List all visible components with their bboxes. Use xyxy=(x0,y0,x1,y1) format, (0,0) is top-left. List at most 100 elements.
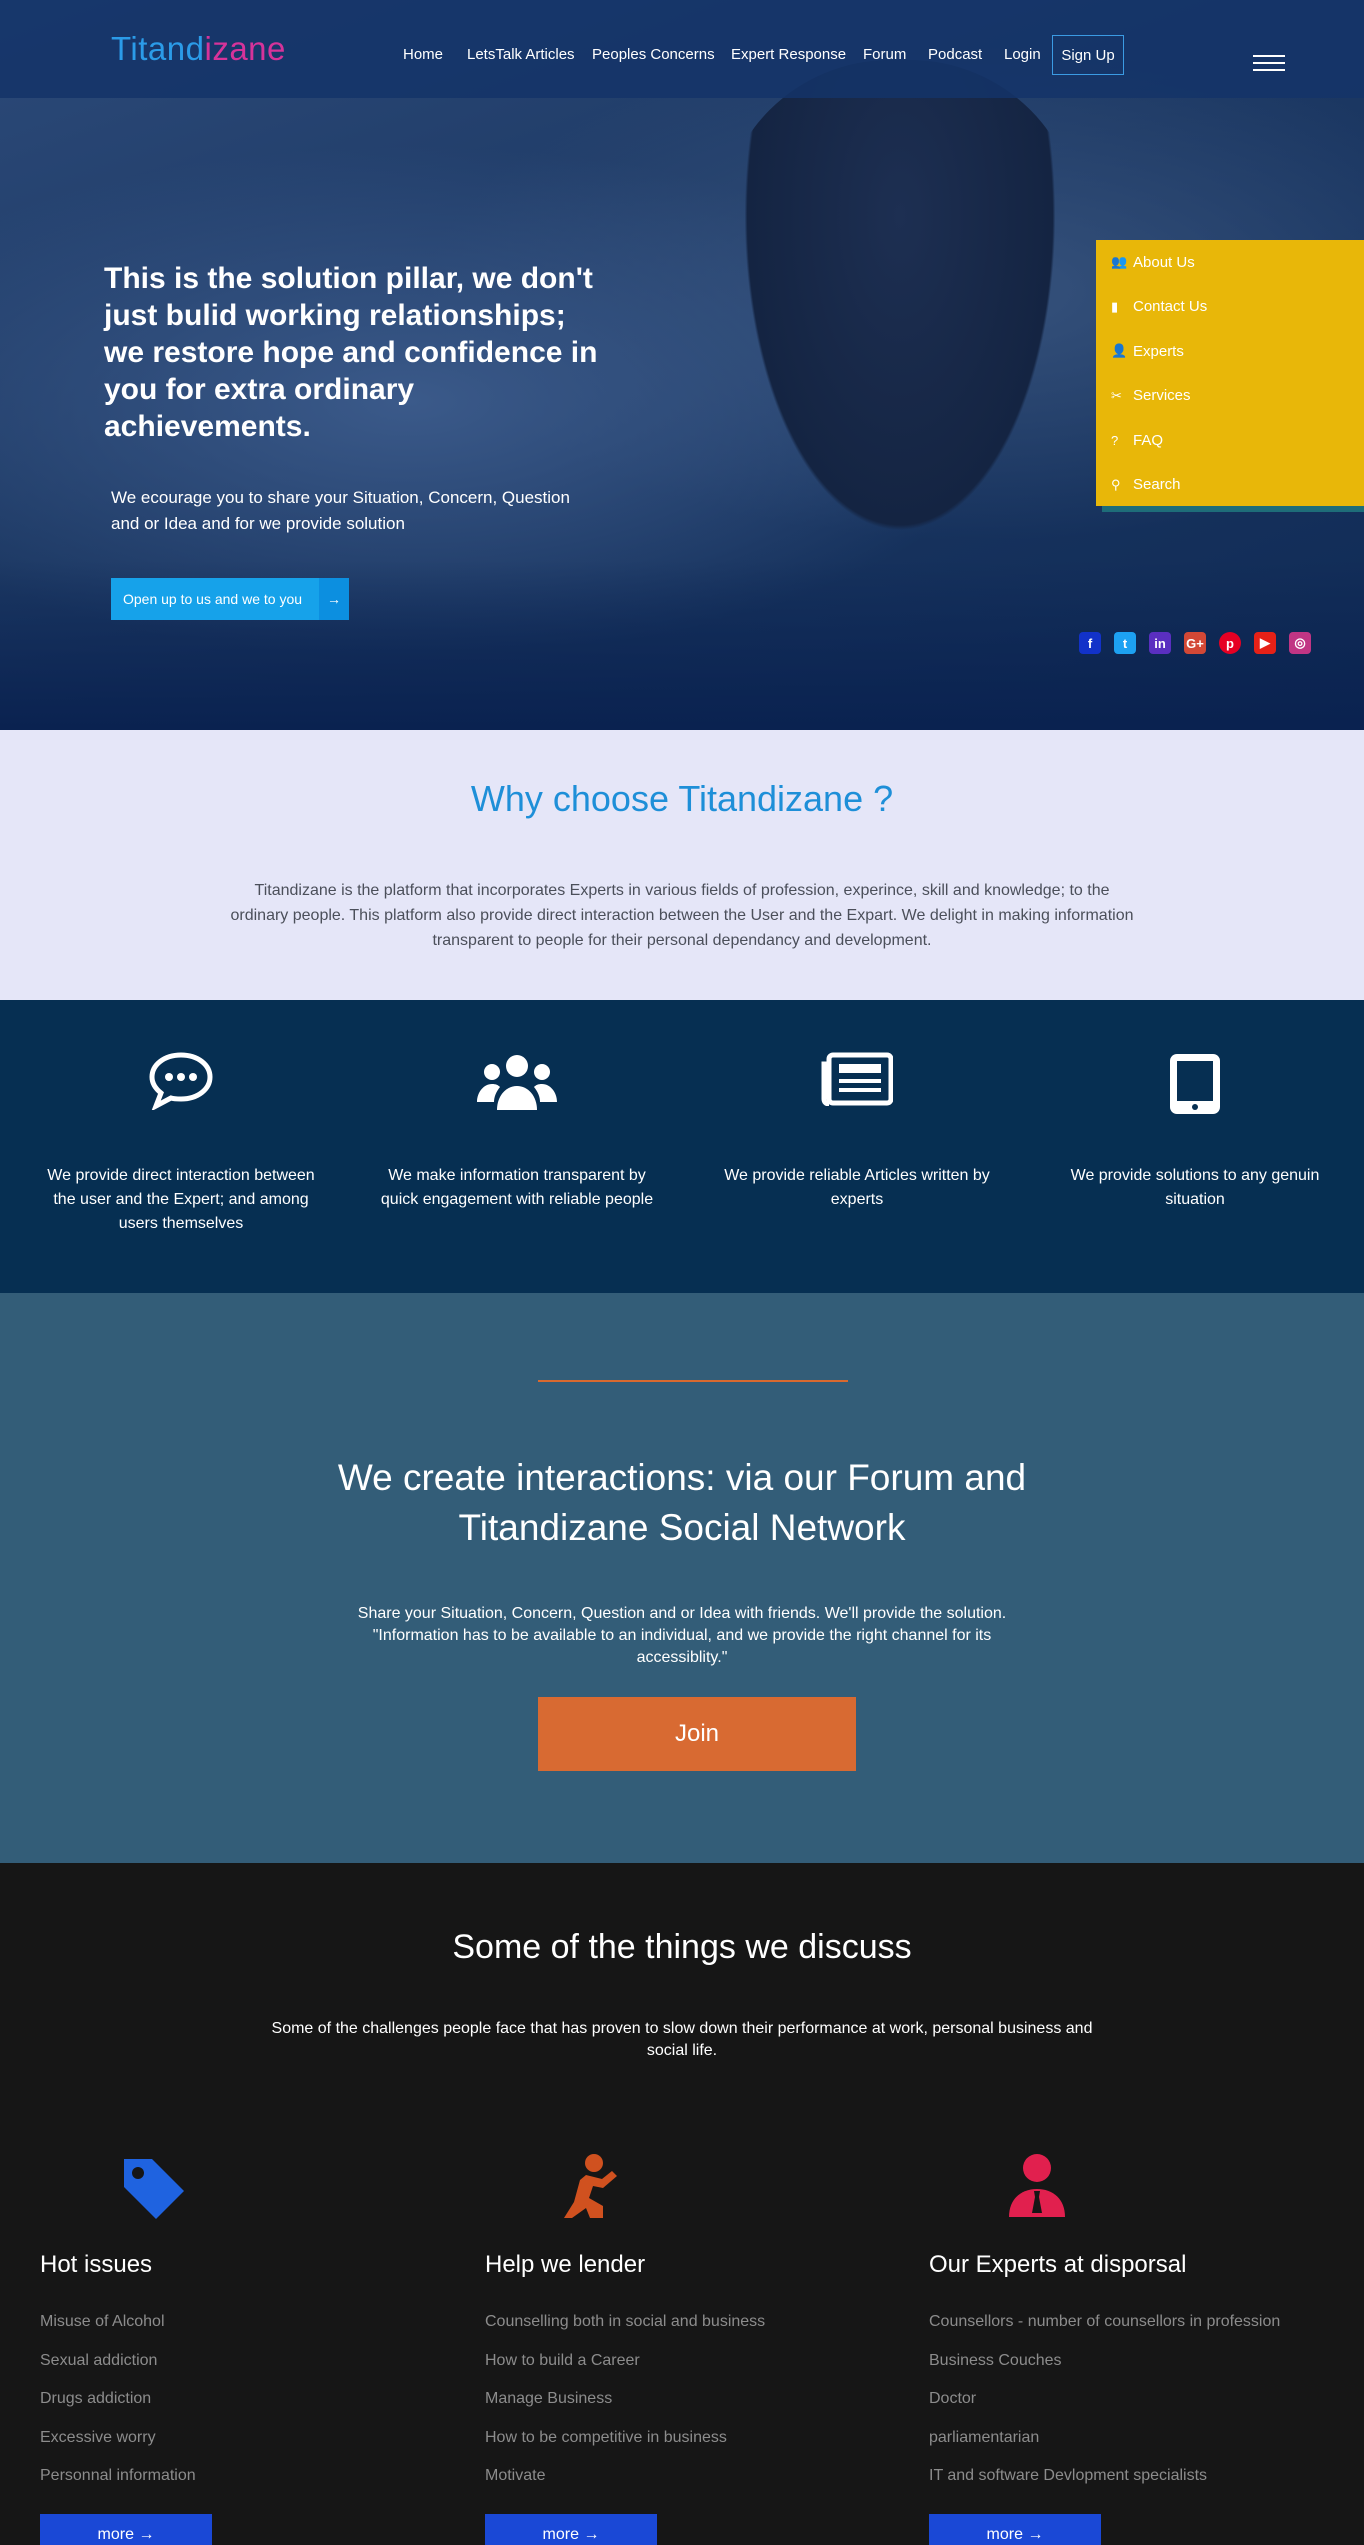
hero-subtext: We ecourage you to share your Situation,… xyxy=(111,488,570,533)
nav-peoples-concerns[interactable]: Peoples Concerns xyxy=(592,34,715,74)
twitter-icon[interactable]: t xyxy=(1114,632,1136,654)
hero-cta-button[interactable]: Open up to us and we to you → xyxy=(111,578,349,620)
nav-forum-label[interactable]: Forum xyxy=(863,46,906,63)
column-list: Misuse of Alcohol Sexual addiction Drugs… xyxy=(40,2311,196,2504)
column-list: Counsellors - number of counsellors in p… xyxy=(929,2311,1280,2504)
users-icon: 👥 xyxy=(1111,254,1128,270)
feature-text: We provide direct interaction between th… xyxy=(47,1167,315,1232)
page: { "header": { "logo_part1": "Titand", "l… xyxy=(0,0,1364,2545)
list-item[interactable]: parliamentarian xyxy=(929,2427,1280,2466)
list-item[interactable]: How to be competitive in business xyxy=(485,2427,765,2466)
tag-icon xyxy=(118,2153,188,2223)
side-menu-label: Experts xyxy=(1133,342,1184,360)
site-logo[interactable]: Titandizane xyxy=(111,30,286,68)
discuss-lead: Some of the challenges people face that … xyxy=(271,2020,1093,2059)
list-item[interactable]: Sexual addiction xyxy=(40,2350,196,2389)
google-plus-icon[interactable]: G+ xyxy=(1184,632,1206,654)
list-item[interactable]: Doctor xyxy=(929,2388,1280,2427)
hero-heading: This is the solution pillar, we don't ju… xyxy=(104,262,598,443)
youtube-icon[interactable]: ▶ xyxy=(1254,632,1276,654)
side-menu-label: Search xyxy=(1133,476,1181,494)
nav-expert-response-label[interactable]: Expert Response xyxy=(731,46,846,63)
hamburger-menu-icon[interactable] xyxy=(1253,55,1285,73)
interactions-title: We create interactions: via our Forum an… xyxy=(337,1457,1027,1548)
interactions-section: We create interactions: via our Forum an… xyxy=(0,1293,1364,1863)
why-section: Why choose Titandizane ? Titandizane is … xyxy=(0,730,1364,1000)
signup-button[interactable]: Sign Up xyxy=(1052,35,1124,75)
praying-icon xyxy=(560,2153,630,2223)
nav-login-label[interactable]: Login xyxy=(1004,46,1041,63)
pinterest-icon[interactable]: p xyxy=(1219,632,1241,654)
column-list: Counselling both in social and business … xyxy=(485,2311,765,2504)
nav-forum[interactable]: Forum xyxy=(863,34,906,74)
users-icon xyxy=(352,1052,682,1122)
list-item[interactable]: IT and software Devlopment specialists xyxy=(929,2465,1280,2504)
feature-item: We make information transparent by quick… xyxy=(352,1000,682,1293)
list-item[interactable]: Counselling both in social and business xyxy=(485,2311,765,2350)
feature-item: We provide direct interaction between th… xyxy=(16,1000,346,1293)
list-item[interactable]: Misuse of Alcohol xyxy=(40,2311,196,2350)
tablet-icon xyxy=(1030,1052,1360,1122)
facebook-icon[interactable]: f xyxy=(1079,632,1101,654)
arrow-right-icon: → xyxy=(319,578,349,620)
instagram-icon[interactable]: ◎ xyxy=(1289,632,1311,654)
list-item[interactable]: Counsellors - number of counsellors in p… xyxy=(929,2311,1280,2350)
discuss-column-hot-issues: Hot issues Misuse of Alcohol Sexual addi… xyxy=(40,2143,440,2545)
question-icon: ? xyxy=(1111,432,1119,448)
discuss-title: Some of the things we discuss xyxy=(452,1928,912,1966)
feature-text: We make information transparent by quick… xyxy=(380,1167,654,1208)
side-menu-item-faq[interactable]: ? FAQ xyxy=(1096,418,1364,463)
side-menu-item-contact-us[interactable]: ▮ Contact Us xyxy=(1096,285,1364,330)
nav-letstalk-articles-label[interactable]: LetsTalk Articles xyxy=(467,46,575,63)
discuss-section: Some of the things we discuss Some of th… xyxy=(0,1863,1364,2545)
list-item[interactable]: Personnal information xyxy=(40,2465,196,2504)
side-menu-label: Services xyxy=(1133,387,1191,405)
list-item[interactable]: Excessive worry xyxy=(40,2427,196,2466)
feature-item: We provide solutions to any genuin situa… xyxy=(1030,1000,1360,1293)
user-icon: 👤 xyxy=(1111,343,1128,359)
logo-part2: izane xyxy=(204,30,286,67)
nav-peoples-concerns-label[interactable]: Peoples Concerns xyxy=(592,46,715,63)
interactions-text: Share your Situation, Concern, Question … xyxy=(357,1605,1007,1666)
list-item[interactable]: Business Couches xyxy=(929,2350,1280,2389)
side-menu-item-about-us[interactable]: 👥 About Us xyxy=(1096,240,1364,285)
top-navbar: Titandizane Home LetsTalk Articles Peopl… xyxy=(0,0,1364,98)
newspaper-icon xyxy=(692,1052,1022,1122)
side-menu-item-experts[interactable]: 👤 Experts xyxy=(1096,329,1364,374)
feature-text: We provide solutions to any genuin situa… xyxy=(1070,1167,1320,1208)
more-button[interactable]: more → xyxy=(485,2514,657,2545)
list-item[interactable]: Drugs addiction xyxy=(40,2388,196,2427)
side-menu-item-search[interactable]: ⚲ Search xyxy=(1096,463,1364,508)
more-button[interactable]: more → xyxy=(929,2514,1101,2545)
nav-expert-response[interactable]: Expert Response xyxy=(731,34,846,74)
list-item[interactable]: Manage Business xyxy=(485,2388,765,2427)
feature-text: We provide reliable Articles written by … xyxy=(724,1167,990,1208)
features-section: We provide direct interaction between th… xyxy=(0,1000,1364,1293)
nav-home-label[interactable]: Home xyxy=(403,46,443,63)
divider xyxy=(538,1380,848,1382)
column-title: Help we lender xyxy=(485,2251,646,2278)
logo-part1: Titand xyxy=(111,30,205,67)
nav-letstalk-articles[interactable]: LetsTalk Articles xyxy=(467,34,575,74)
why-text: Titandizane is the platform that incorpo… xyxy=(230,882,1134,949)
mobile-icon: ▮ xyxy=(1111,298,1119,314)
nav-home[interactable]: Home xyxy=(403,34,443,74)
feature-item: We provide reliable Articles written by … xyxy=(692,1000,1022,1293)
nav-podcast[interactable]: Podcast xyxy=(928,34,982,74)
column-title: Our Experts at disporsal xyxy=(929,2251,1187,2278)
hero-section: Titandizane Home LetsTalk Articles Peopl… xyxy=(0,0,1364,730)
side-menu-label: About Us xyxy=(1133,253,1195,271)
tools-icon: ✂ xyxy=(1111,387,1122,403)
more-button[interactable]: more → xyxy=(40,2514,212,2545)
nav-login[interactable]: Login xyxy=(1004,34,1041,74)
side-menu-label: Contact Us xyxy=(1133,298,1208,316)
discuss-column-experts: Our Experts at disporsal Counsellors - n… xyxy=(929,2143,1329,2545)
discuss-column-help: Help we lender Counselling both in socia… xyxy=(485,2143,885,2545)
list-item[interactable]: Motivate xyxy=(485,2465,765,2504)
join-button[interactable]: Join xyxy=(538,1697,856,1771)
linkedin-icon[interactable]: in xyxy=(1149,632,1171,654)
list-item[interactable]: How to build a Career xyxy=(485,2350,765,2389)
side-menu-item-services[interactable]: ✂ Services xyxy=(1096,374,1364,419)
hero-cta-label: Open up to us and we to you xyxy=(111,578,319,620)
nav-podcast-label[interactable]: Podcast xyxy=(928,46,982,63)
